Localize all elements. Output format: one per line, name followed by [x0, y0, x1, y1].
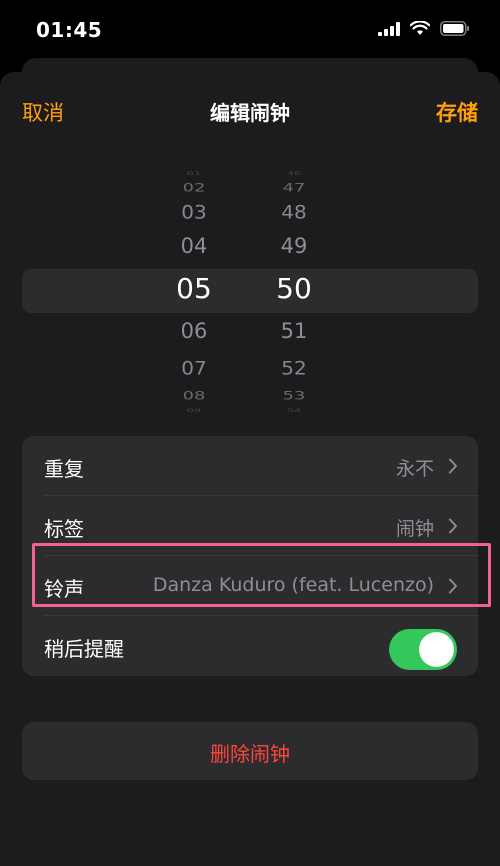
wifi-icon: [410, 21, 430, 35]
repeat-row[interactable]: 重复 永不: [22, 436, 478, 496]
repeat-value: 永不: [395, 458, 434, 480]
label-row[interactable]: 标签 闹钟: [22, 496, 478, 556]
chevron-right-icon: [449, 458, 457, 474]
snooze-toggle[interactable]: [389, 629, 457, 670]
sound-value: Danza Kuduro (feat. Lucenzo): [152, 574, 434, 596]
picker-value[interactable]: 04: [164, 234, 224, 259]
picker-value[interactable]: 48: [264, 201, 324, 223]
save-button[interactable]: 存储: [436, 97, 478, 127]
picker-value[interactable]: 49: [264, 234, 324, 259]
hour-picker-wheel[interactable]: 01 02 03 04 05 06 07 08 09: [164, 160, 224, 415]
picker-value[interactable]: 46: [260, 171, 329, 177]
minute-picker-wheel[interactable]: 46 47 48 49 50 51 52 53 54: [264, 160, 324, 415]
battery-icon: [440, 21, 469, 36]
picker-value[interactable]: 01: [160, 171, 229, 177]
status-bar: 01:45: [0, 0, 500, 62]
picker-value[interactable]: 02: [163, 181, 226, 196]
delete-alarm-button[interactable]: 删除闹钟: [22, 722, 478, 780]
picker-value[interactable]: 06: [164, 319, 224, 344]
picker-selection-band: [22, 269, 478, 313]
snooze-label: 稍后提醒: [44, 637, 124, 661]
page-title: 编辑闹钟: [210, 101, 290, 125]
picker-selected-value[interactable]: 05: [164, 273, 224, 305]
picker-selected-value[interactable]: 50: [264, 273, 324, 305]
status-time: 01:45: [36, 18, 103, 42]
sound-row[interactable]: 铃声 Danza Kuduro (feat. Lucenzo): [22, 556, 478, 616]
picker-value[interactable]: 52: [264, 357, 324, 379]
picker-value[interactable]: 08: [163, 389, 226, 404]
picker-value[interactable]: 53: [263, 389, 326, 404]
repeat-label: 重复: [44, 457, 84, 481]
status-icons: [378, 21, 470, 36]
toggle-knob: [419, 632, 454, 667]
picker-value[interactable]: 07: [164, 357, 224, 379]
alarm-settings-group: 重复 永不 标签 闹钟 铃声 Danza Kuduro (feat. Lucen…: [22, 436, 478, 676]
delete-alarm-label: 删除闹钟: [210, 742, 290, 766]
label-value: 闹钟: [395, 518, 434, 540]
chevron-right-icon: [449, 518, 457, 534]
picker-value[interactable]: 03: [164, 201, 224, 223]
picker-value[interactable]: 54: [260, 408, 329, 414]
picker-value[interactable]: 09: [160, 408, 229, 414]
cellular-signal-icon: [378, 21, 400, 36]
chevron-right-icon: [449, 578, 457, 594]
sound-label: 铃声: [44, 577, 84, 601]
snooze-row: 稍后提醒: [22, 616, 478, 676]
label-label: 标签: [44, 517, 84, 541]
picker-value[interactable]: 47: [263, 181, 326, 196]
picker-value[interactable]: 51: [264, 319, 324, 344]
